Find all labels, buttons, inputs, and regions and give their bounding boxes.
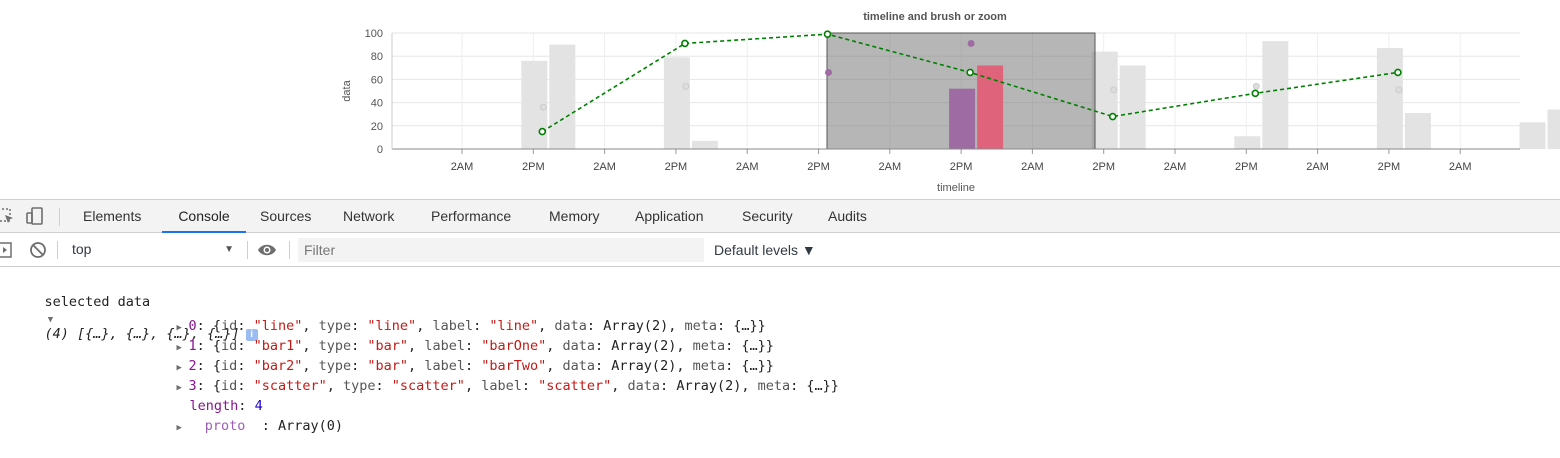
bar	[1520, 122, 1546, 149]
x-tick-label: 2PM	[1092, 161, 1115, 173]
tab-console-label: Console	[178, 208, 229, 224]
tab-console[interactable]: Console	[162, 200, 246, 232]
bar	[949, 89, 975, 149]
filter-input[interactable]	[298, 238, 704, 262]
x-tick-label: 2AM	[1306, 161, 1329, 173]
entry-data: Array(2)	[676, 378, 741, 394]
devtools-tabbar: Elements Console Sources Network Perform…	[0, 199, 1560, 233]
bar	[549, 45, 575, 149]
x-tick-label: 2AM	[593, 161, 616, 173]
entry-id: "scatter"	[254, 378, 327, 394]
log-label: selected data	[45, 294, 151, 310]
line-point	[1110, 114, 1116, 120]
bar	[1262, 41, 1288, 149]
tab-performance[interactable]: Performance	[431, 200, 511, 232]
bar	[1377, 48, 1403, 149]
array-length-row: length: 4	[157, 376, 263, 396]
scatter-point	[1111, 87, 1117, 93]
tab-network[interactable]: Network	[343, 200, 394, 232]
y-tick-label: 100	[365, 28, 383, 40]
tab-elements[interactable]: Elements	[83, 200, 141, 232]
scatter-point	[683, 83, 689, 89]
chart-title: timeline and brush or zoom	[863, 11, 1007, 23]
tab-memory[interactable]: Memory	[549, 200, 600, 232]
entry-type: "scatter"	[392, 378, 465, 394]
x-tick-label: 2AM	[451, 161, 474, 173]
x-tick-label: 2PM	[1235, 161, 1258, 173]
line-point	[1252, 90, 1258, 96]
log-levels-dropdown[interactable]: Default levels ▼	[714, 238, 816, 262]
device-toolbar-icon[interactable]	[25, 206, 45, 226]
x-tick-label: 2AM	[1021, 161, 1044, 173]
array-proto-row[interactable]: ▶ proto : Array(0)	[144, 396, 343, 416]
x-tick-label: 2AM	[878, 161, 901, 173]
entry-label: "scatter"	[538, 378, 611, 394]
bar	[664, 57, 690, 149]
bar	[1120, 65, 1146, 149]
tab-application[interactable]: Application	[635, 200, 704, 232]
x-tick-label: 2PM	[1378, 161, 1401, 173]
x-tick-label: 2PM	[665, 161, 688, 173]
proto-value: : Array(0)	[262, 418, 343, 434]
tabbar-divider	[59, 208, 60, 226]
bar	[1234, 136, 1260, 149]
scatter-point	[540, 104, 546, 110]
tab-audits[interactable]: Audits	[828, 200, 867, 232]
scatter-point	[1253, 83, 1259, 89]
x-tick-label: 2PM	[950, 161, 973, 173]
y-tick-label: 80	[371, 51, 383, 63]
tab-security[interactable]: Security	[742, 200, 793, 232]
show-sidebar-icon[interactable]	[0, 240, 14, 260]
toolbar-divider	[289, 241, 290, 259]
chart-area[interactable]: timeline and brush or zoom 0 20 40 60 80 100 2…	[0, 0, 1560, 199]
toolbar-divider	[57, 241, 58, 259]
entry-meta: {…}	[806, 378, 830, 394]
x-tick-label: 2PM	[522, 161, 545, 173]
scatter-point	[826, 69, 832, 75]
proto-key: proto	[205, 418, 246, 434]
dropdown-arrow-icon: ▼	[224, 238, 234, 261]
clear-console-icon[interactable]	[28, 240, 48, 260]
array-entry-row[interactable]: ▶0: {id: "line", type: "line", label: "l…	[144, 296, 766, 316]
array-entry-row[interactable]: ▶3: {id: "scatter", type: "scatter", lab…	[144, 356, 839, 376]
console-output: selected data ▼ (4) [{…}, {…}, {…}, {…}]…	[0, 268, 1560, 419]
line-point	[825, 31, 831, 37]
x-tick-label: 2AM	[1449, 161, 1472, 173]
line-point	[1395, 69, 1401, 75]
x-tick-label: 2AM	[736, 161, 759, 173]
collapsed-triangle-icon[interactable]: ▶	[177, 418, 189, 438]
array-entry-row[interactable]: ▶2: {id: "bar2", type: "bar", label: "ba…	[144, 336, 774, 356]
bar	[692, 141, 718, 149]
expand-triangle-icon[interactable]: ▼	[45, 315, 57, 325]
bar	[1405, 113, 1431, 149]
toolbar-divider	[247, 241, 248, 259]
bar	[1548, 110, 1560, 149]
y-axis-label: data	[341, 79, 353, 101]
context-selector[interactable]: top ▼	[64, 238, 242, 261]
timeline-chart[interactable]: timeline and brush or zoom 0 20 40 60 80 100 2…	[0, 0, 1560, 199]
y-tick-label: 20	[371, 121, 383, 133]
x-tick-label: 2PM	[807, 161, 830, 173]
array-entry-row[interactable]: ▶1: {id: "bar1", type: "bar", label: "ba…	[144, 316, 774, 336]
bar	[1092, 52, 1118, 149]
context-value: top	[72, 241, 91, 257]
y-tick-label: 60	[371, 74, 383, 86]
live-expression-eye-icon[interactable]	[257, 240, 277, 260]
line-point	[682, 40, 688, 46]
console-toolbar: top ▼ Default levels ▼	[0, 233, 1560, 267]
inspect-element-icon[interactable]	[0, 206, 16, 226]
tab-sources[interactable]: Sources	[260, 200, 311, 232]
y-tick-label: 0	[377, 144, 383, 156]
x-axis-label: timeline	[937, 182, 975, 194]
line-point	[539, 129, 545, 135]
line-point	[967, 69, 973, 75]
y-tick-label: 40	[371, 98, 383, 110]
scatter-point	[1396, 87, 1402, 93]
x-tick-label: 2AM	[1164, 161, 1187, 173]
scatter-point	[968, 40, 974, 46]
